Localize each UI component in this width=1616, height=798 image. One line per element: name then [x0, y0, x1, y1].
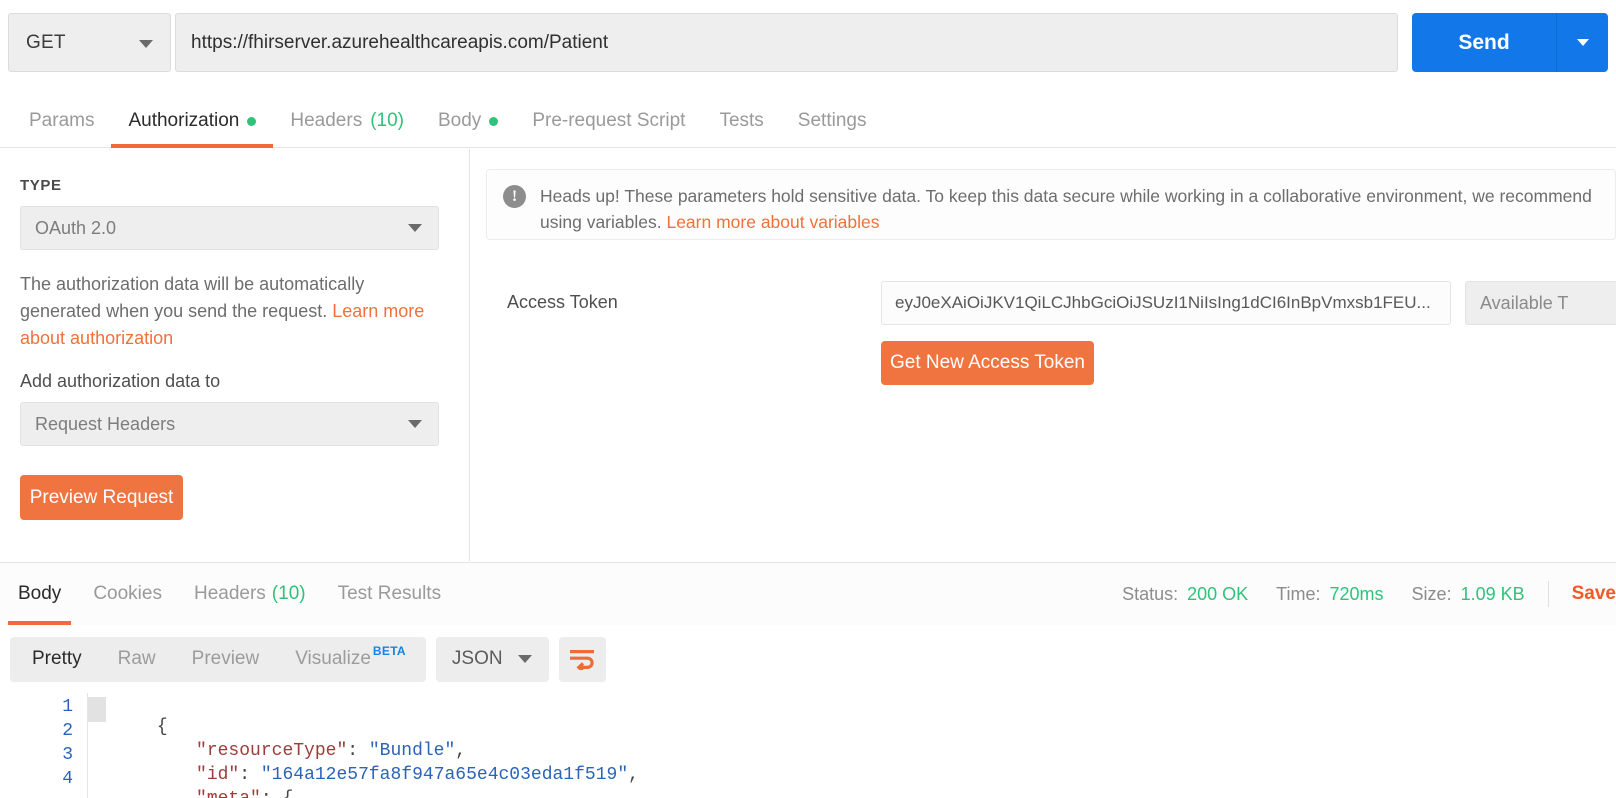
tab-authorization[interactable]: Authorization [111, 110, 274, 148]
chevron-down-icon [408, 420, 422, 428]
add-auth-data-value: Request Headers [35, 413, 176, 434]
auth-type-label: TYPE [20, 177, 62, 194]
format-value: JSON [451, 648, 503, 669]
wrap-lines-button[interactable] [558, 636, 606, 682]
auth-type-dropdown[interactable]: OAuth 2.0 [20, 206, 439, 250]
authorization-left-pane: TYPE OAuth 2.0 The authorization data wi… [0, 149, 470, 561]
code-key: "meta" [196, 789, 261, 798]
tab-label: Body [438, 110, 482, 131]
response-tab-test-results[interactable]: Test Results [322, 563, 457, 625]
chevron-down-icon [139, 40, 153, 48]
tab-count: (10) [370, 110, 404, 131]
tab-label: Params [29, 110, 95, 131]
preview-request-button[interactable]: Preview Request [20, 475, 183, 520]
code-value: "164a12e57fa8f947a65e4c03eda1f519" [260, 765, 629, 785]
access-token-input[interactable]: eyJ0eXAiOiJKV1QiLCJhbGciOiJSUzI1NiIsIng1… [881, 281, 1451, 325]
time-label: Time: [1276, 583, 1321, 604]
line-number-gutter: 1 2 3 4 [0, 693, 88, 798]
response-tabs: Body Cookies Headers (10) Test Results [0, 563, 457, 625]
http-method-value: GET [26, 31, 66, 53]
url-input[interactable]: https://fhirserver.azurehealthcareapis.c… [175, 13, 1398, 72]
line-number: 1 [62, 697, 73, 717]
request-tabs: Params Authorization Headers (10) Body P… [0, 92, 1616, 148]
sensitive-data-warning: ! Heads up! These parameters hold sensit… [486, 169, 1616, 240]
tab-label: Authorization [128, 110, 240, 131]
response-meta: Status: 200 OK Time: 720ms Size: 1.09 KB… [1122, 563, 1616, 625]
tab-pre-request-script[interactable]: Pre-request Script [515, 110, 702, 147]
auth-help-text: The authorization data will be automatic… [20, 271, 445, 352]
postman-request-window: GET https://fhirserver.azurehealthcareap… [0, 0, 1616, 798]
response-tab-body[interactable]: Body [2, 563, 77, 625]
send-options-button[interactable] [1556, 13, 1608, 72]
tab-label: Pre-request Script [532, 110, 686, 131]
code-tail: , [628, 765, 639, 785]
viewer-mode-pretty[interactable]: Pretty [14, 637, 100, 682]
tab-label: Test Results [337, 583, 442, 604]
beta-badge: BETA [372, 644, 406, 658]
tab-params[interactable]: Params [12, 110, 111, 147]
tab-headers[interactable]: Headers (10) [273, 110, 421, 147]
code-line-4: "meta": { [88, 769, 293, 798]
response-body-code[interactable]: 1 2 3 4 { "resourceType": "Bundle", "id"… [0, 693, 1616, 798]
tab-body[interactable]: Body [421, 110, 515, 147]
mode-label: Visualize [295, 648, 371, 669]
status-dot-icon [247, 116, 257, 126]
auth-type-value: OAuth 2.0 [35, 217, 117, 238]
response-format-dropdown[interactable]: JSON [435, 636, 549, 682]
authorization-right-pane: ! Heads up! These parameters hold sensit… [471, 149, 1616, 561]
line-number: 4 [62, 769, 73, 789]
exclamation-icon: ! [503, 185, 526, 208]
status-value: 200 OK [1187, 583, 1249, 604]
tab-label: Headers [290, 110, 363, 131]
status-dot-icon [489, 116, 499, 126]
warning-text: Heads up! These parameters hold sensitiv… [540, 183, 1599, 232]
send-button[interactable]: Send [1412, 13, 1556, 72]
size-value: 1.09 KB [1460, 583, 1525, 604]
viewer-mode-group: Pretty Raw Preview Visualize BETA [10, 636, 426, 682]
http-method-select[interactable]: GET [8, 13, 171, 72]
mode-label: Pretty [32, 648, 82, 669]
tab-label: Tests [719, 110, 764, 131]
line-number: 3 [62, 745, 73, 765]
available-tokens-button[interactable]: Available T [1465, 281, 1616, 325]
tab-label: Body [18, 583, 62, 604]
response-tab-headers[interactable]: Headers (10) [178, 563, 322, 625]
tab-label: Cookies [93, 583, 162, 604]
mode-label: Preview [191, 648, 260, 669]
chevron-down-icon [517, 655, 532, 663]
response-bar: Body Cookies Headers (10) Test Results S… [0, 562, 1616, 625]
tab-count: (10) [271, 583, 306, 604]
save-response-link[interactable]: Save [1572, 583, 1616, 605]
chevron-down-icon [1576, 39, 1589, 46]
learn-more-variables-link[interactable]: Learn more about variables [666, 212, 879, 232]
line-number: 2 [62, 721, 73, 741]
viewer-mode-raw[interactable]: Raw [100, 637, 174, 682]
mode-label: Raw [117, 648, 156, 669]
time-value: 720ms [1329, 583, 1384, 604]
chevron-down-icon [408, 224, 422, 232]
tab-label: Settings [797, 110, 867, 131]
size-label: Size: [1411, 583, 1452, 604]
response-viewer-toolbar: Pretty Raw Preview Visualize BETA JSON [0, 625, 1616, 693]
wrap-lines-icon [570, 650, 595, 670]
status-label: Status: [1122, 583, 1179, 604]
add-auth-data-dropdown[interactable]: Request Headers [20, 402, 439, 446]
tab-settings[interactable]: Settings [781, 110, 884, 147]
viewer-mode-preview[interactable]: Preview [174, 637, 278, 682]
auth-help-text-body: The authorization data will be automatic… [20, 274, 365, 321]
tab-label: Headers [193, 583, 266, 604]
url-bar: GET https://fhirserver.azurehealthcareap… [0, 0, 1616, 86]
code-sep: : { [261, 789, 293, 798]
response-tab-cookies[interactable]: Cookies [77, 563, 178, 625]
get-new-access-token-button[interactable]: Get New Access Token [881, 341, 1094, 385]
add-auth-data-label: Add authorization data to [20, 371, 221, 391]
send-button-group: Send [1412, 13, 1608, 72]
divider [1547, 581, 1549, 607]
viewer-mode-visualize[interactable]: Visualize BETA [277, 637, 422, 682]
access-token-label: Access Token [507, 292, 618, 312]
tab-tests[interactable]: Tests [702, 110, 780, 147]
